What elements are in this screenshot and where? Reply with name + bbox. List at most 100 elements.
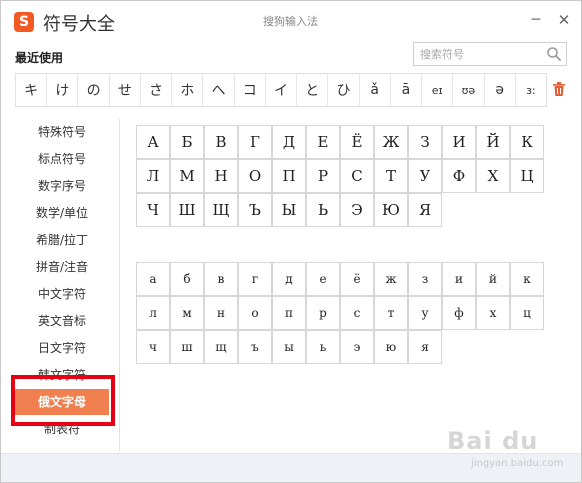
uppercase-letter-cell[interactable]: Ц [510,159,544,193]
uppercase-letter-cell[interactable]: Э [340,193,374,227]
uppercase-letter-cell[interactable]: Ф [442,159,476,193]
sidebar-category-item[interactable]: 日文字符 [15,335,109,361]
recent-symbol[interactable]: ʊə [453,74,485,106]
recent-symbol[interactable]: と [297,74,329,106]
uppercase-letter-cell[interactable]: Ж [374,125,408,159]
uppercase-letter-cell[interactable]: Х [476,159,510,193]
uppercase-letter-cell[interactable]: К [510,125,544,159]
recent-symbol[interactable]: へ [203,74,235,106]
uppercase-letter-cell[interactable]: П [272,159,306,193]
uppercase-letter-cell[interactable]: И [442,125,476,159]
recent-symbol[interactable]: さ [141,74,173,106]
lowercase-letter-cell[interactable]: г [238,262,272,296]
recent-symbol[interactable]: キ [16,74,48,106]
close-button[interactable]: ✕ [555,11,573,29]
uppercase-letter-cell[interactable]: Я [408,193,442,227]
uppercase-letter-cell[interactable]: Ш [170,193,204,227]
uppercase-letter-cell[interactable]: А [136,125,170,159]
sidebar-category-item[interactable]: 俄文字母 [15,389,109,415]
lowercase-letter-cell[interactable]: л [136,296,170,330]
sidebar-category-item[interactable]: 中文字符 [15,281,109,307]
sidebar-category-item[interactable]: 数字序号 [15,173,109,199]
recent-symbol[interactable]: の [78,74,110,106]
lowercase-letter-cell[interactable]: х [476,296,510,330]
uppercase-letter-cell[interactable]: Ь [306,193,340,227]
uppercase-letter-cell[interactable]: Ё [340,125,374,159]
recent-symbol[interactable]: ā [391,74,423,106]
uppercase-letter-cell[interactable]: О [238,159,272,193]
uppercase-letter-cell[interactable]: Е [306,125,340,159]
uppercase-letter-cell[interactable]: С [340,159,374,193]
lowercase-letter-cell[interactable]: т [374,296,408,330]
lowercase-letter-cell[interactable]: в [204,262,238,296]
search-box[interactable] [413,42,567,66]
uppercase-letter-cell[interactable]: Ю [374,193,408,227]
lowercase-letter-cell[interactable]: ь [306,330,340,364]
lowercase-letter-cell[interactable]: о [238,296,272,330]
recent-symbol[interactable]: ひ [328,74,360,106]
uppercase-letter-cell[interactable]: Г [238,125,272,159]
sidebar-category-item[interactable]: 制表符 [15,416,109,442]
uppercase-letter-cell[interactable]: У [408,159,442,193]
uppercase-letter-cell[interactable]: Т [374,159,408,193]
sidebar-category-item[interactable]: 希腊/拉丁 [15,227,109,253]
lowercase-letter-cell[interactable]: м [170,296,204,330]
trash-icon[interactable] [552,81,566,97]
lowercase-letter-cell[interactable]: с [340,296,374,330]
lowercase-letter-cell[interactable]: ё [340,262,374,296]
lowercase-letter-cell[interactable]: ш [170,330,204,364]
sidebar-category-item[interactable]: 特殊符号 [15,119,109,145]
minimize-button[interactable]: ─ [527,11,545,29]
uppercase-letter-cell[interactable]: Й [476,125,510,159]
lowercase-letter-cell[interactable]: ж [374,262,408,296]
uppercase-letter-cell[interactable]: В [204,125,238,159]
uppercase-letter-cell[interactable]: Л [136,159,170,193]
sidebar-category-item[interactable]: 标点符号 [15,146,109,172]
uppercase-letter-cell[interactable]: Ч [136,193,170,227]
search-icon[interactable] [546,46,562,62]
lowercase-letter-cell[interactable]: д [272,262,306,296]
uppercase-letter-cell[interactable]: Ъ [238,193,272,227]
uppercase-letter-cell[interactable]: Н [204,159,238,193]
lowercase-letter-cell[interactable]: з [408,262,442,296]
lowercase-letter-cell[interactable]: я [408,330,442,364]
lowercase-letter-cell[interactable]: ч [136,330,170,364]
lowercase-letter-cell[interactable]: к [510,262,544,296]
lowercase-letter-cell[interactable]: ф [442,296,476,330]
recent-symbol[interactable]: eɪ [422,74,454,106]
lowercase-letter-cell[interactable]: е [306,262,340,296]
uppercase-letter-cell[interactable]: Д [272,125,306,159]
sidebar-category-item[interactable]: 韩文字符 [15,362,109,388]
recent-symbol[interactable]: ɜ: [516,74,546,106]
uppercase-letter-cell[interactable]: Ы [272,193,306,227]
recent-symbol[interactable]: ǎ [360,74,391,106]
uppercase-letter-cell[interactable]: М [170,159,204,193]
lowercase-letter-cell[interactable]: н [204,296,238,330]
recent-symbol[interactable]: イ [266,74,298,106]
lowercase-letter-cell[interactable]: б [170,262,204,296]
lowercase-letter-cell[interactable]: у [408,296,442,330]
uppercase-letter-cell[interactable]: З [408,125,442,159]
lowercase-letter-cell[interactable]: п [272,296,306,330]
lowercase-letter-cell[interactable]: а [136,262,170,296]
recent-symbol[interactable]: コ [235,74,266,106]
uppercase-letter-cell[interactable]: Б [170,125,204,159]
uppercase-letter-cell[interactable]: Щ [204,193,238,227]
search-input[interactable] [414,44,540,65]
sidebar-category-item[interactable]: 拼音/注音 [15,254,109,280]
lowercase-letter-cell[interactable]: ы [272,330,306,364]
lowercase-letter-cell[interactable]: э [340,330,374,364]
recent-symbol[interactable]: せ [110,74,141,106]
sidebar-category-item[interactable]: 英文音标 [15,308,109,334]
uppercase-letter-cell[interactable]: Р [306,159,340,193]
lowercase-letter-cell[interactable]: й [476,262,510,296]
recent-symbol[interactable]: け [47,74,79,106]
lowercase-letter-cell[interactable]: и [442,262,476,296]
lowercase-letter-cell[interactable]: ъ [238,330,272,364]
lowercase-letter-cell[interactable]: ц [510,296,544,330]
recent-symbol[interactable]: ホ [172,74,204,106]
lowercase-letter-cell[interactable]: ю [374,330,408,364]
lowercase-letter-cell[interactable]: р [306,296,340,330]
sidebar-category-item[interactable]: 数学/单位 [15,200,109,226]
recent-symbol[interactable]: ə [485,74,516,106]
